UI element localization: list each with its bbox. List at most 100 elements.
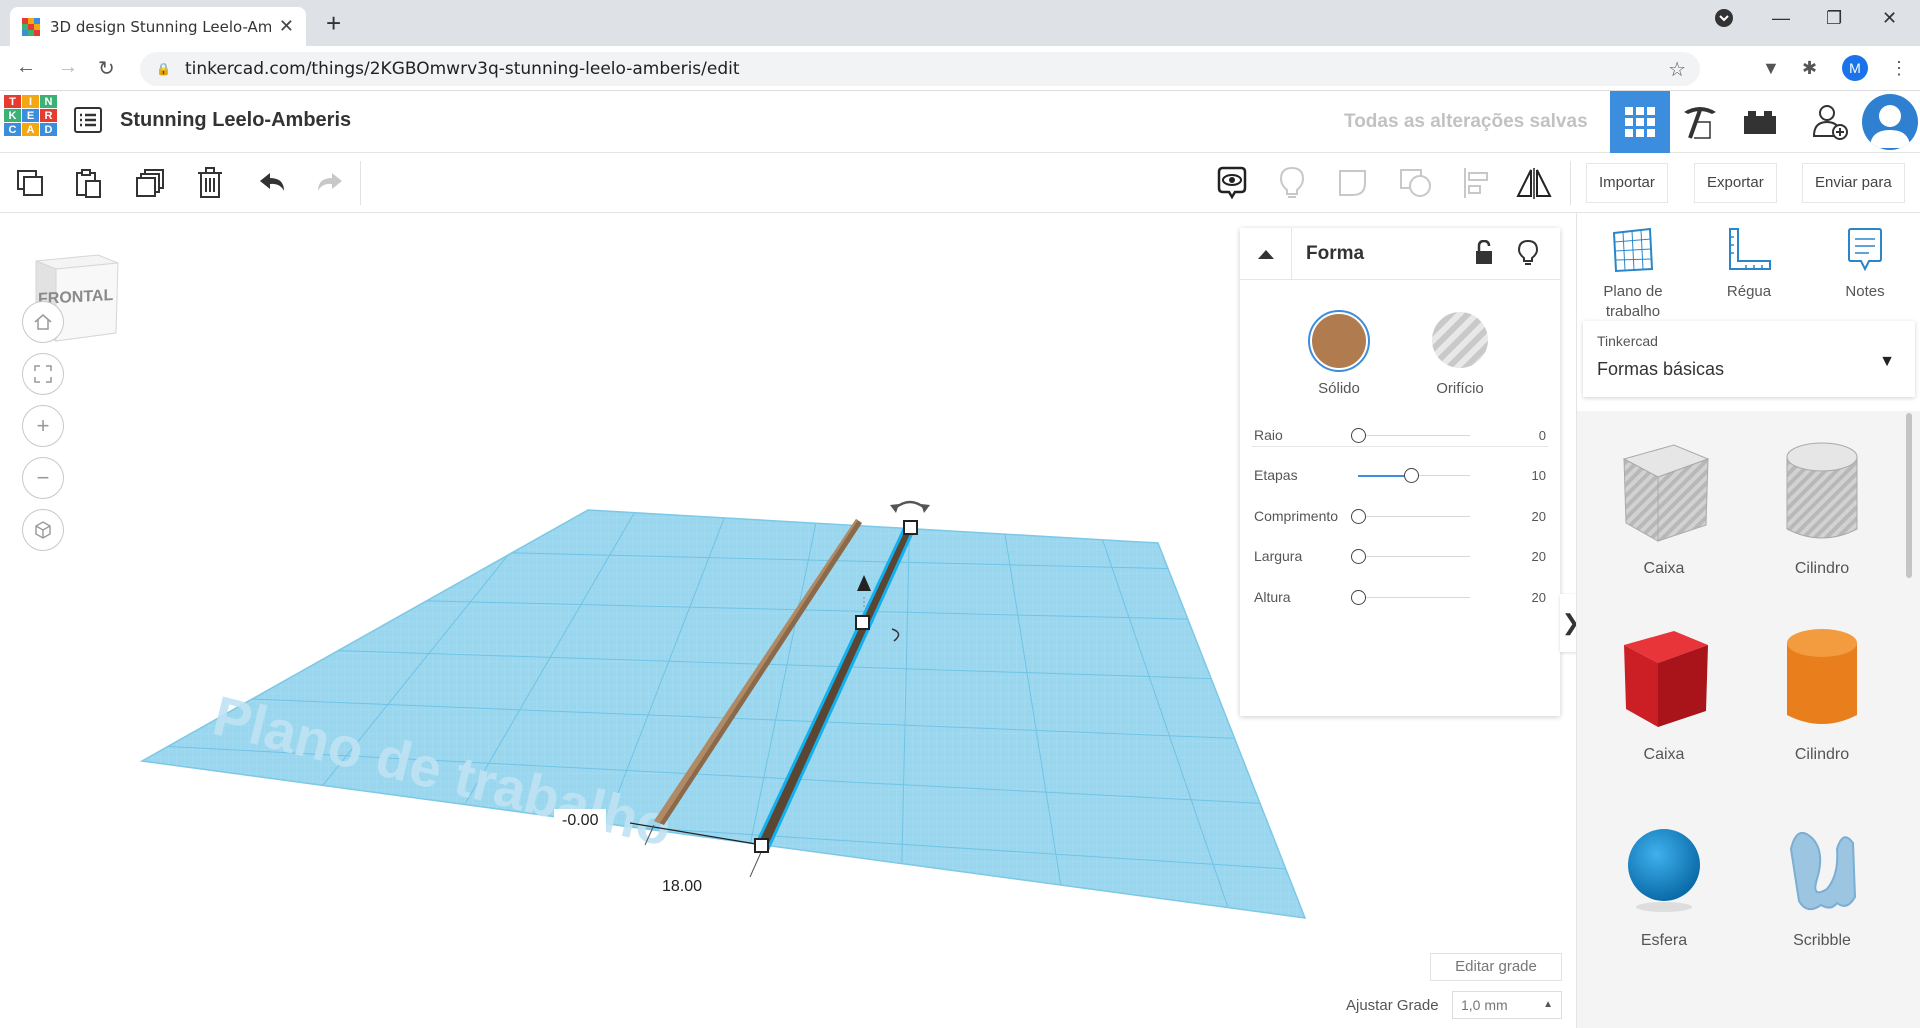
edit-grid-button[interactable]: Editar grade (1430, 953, 1562, 981)
param-value[interactable]: 20 (1532, 590, 1546, 605)
back-icon[interactable]: ← (16, 56, 36, 79)
window-close-icon[interactable]: ✕ (1882, 8, 1897, 29)
param-slider-knob[interactable] (1351, 549, 1366, 564)
tab-close-icon[interactable]: ✕ (279, 16, 294, 37)
puzzle-icon[interactable]: ✱ (1802, 58, 1817, 79)
shape-label: Cilindro (1794, 560, 1850, 577)
zoom-in-button[interactable]: + (22, 405, 64, 447)
hole-swatch[interactable] (1432, 312, 1488, 368)
forward-icon[interactable]: → (58, 56, 78, 79)
maximize-icon[interactable]: ❐ (1826, 8, 1842, 29)
align-icon (1464, 168, 1488, 198)
tab-search-icon[interactable] (1714, 8, 1734, 33)
user-avatar[interactable] (1862, 94, 1918, 150)
param-slider-knob[interactable] (1351, 509, 1366, 524)
collapse-inspector-button[interactable] (1240, 228, 1292, 280)
duplicate-button[interactable] (130, 163, 170, 203)
snap-grid-select[interactable]: 1,0 mm ▲ (1452, 991, 1562, 1019)
param-row: Altura 20 (1254, 582, 1546, 612)
param-value[interactable]: 0 (1539, 428, 1546, 443)
browser-menu-icon[interactable]: ⋮ (1890, 58, 1908, 79)
param-row: Raio 0 (1254, 420, 1546, 450)
import-button[interactable]: Importar (1586, 163, 1668, 203)
shape-box[interactable]: Caixa (1589, 623, 1739, 764)
url-field[interactable]: 🔒 tinkercad.com/things/2KGBOmwrv3q-stunn… (140, 52, 1700, 86)
param-slider-fill (1358, 475, 1411, 477)
param-value[interactable]: 20 (1532, 509, 1546, 524)
unlock-icon[interactable] (1474, 239, 1494, 271)
param-value[interactable]: 10 (1532, 468, 1546, 483)
shape-library: Plano de trabalho Régua Notes Tinkercad … (1576, 213, 1920, 1028)
user-icon (1870, 105, 1910, 148)
browser-tab[interactable]: 3D design Stunning Leelo-Amberis ✕ (10, 7, 306, 46)
resize-handle[interactable] (754, 838, 769, 853)
param-value[interactable]: 20 (1532, 549, 1546, 564)
shape-sphere[interactable]: Esfera (1589, 819, 1739, 950)
logo-letter: N (40, 95, 57, 108)
shape-cylinder-hole[interactable]: Cilindro (1747, 437, 1897, 578)
send-to-button[interactable]: Enviar para (1802, 163, 1905, 203)
blocks-button[interactable] (1670, 91, 1730, 153)
resize-handle[interactable] (855, 615, 870, 630)
tinkercad-logo[interactable]: T I N K E R C A D (4, 95, 57, 147)
light-toggle-button[interactable] (1272, 163, 1312, 203)
notes-tool[interactable]: Notes (1815, 227, 1915, 302)
resize-handle[interactable] (903, 520, 918, 535)
3d-view-button[interactable] (1610, 91, 1670, 153)
add-user-button[interactable] (1800, 91, 1860, 153)
cylinder-hole-icon (1786, 442, 1858, 539)
reload-icon[interactable]: ↻ (98, 56, 115, 81)
delete-button[interactable] (190, 163, 230, 203)
undo-button[interactable] (252, 163, 292, 203)
chevron-up-icon (1257, 250, 1274, 259)
home-view-button[interactable] (22, 301, 64, 343)
zoom-out-icon: − (36, 465, 50, 490)
ruler-tool[interactable]: Régua (1699, 227, 1799, 302)
group-button[interactable] (1334, 163, 1374, 203)
library-scrollbar[interactable] (1906, 413, 1912, 578)
shape-cylinder[interactable]: Cilindro (1747, 623, 1897, 764)
shape-box-hole[interactable]: Caixa (1589, 437, 1739, 578)
length-dimension[interactable]: 18.00 (654, 875, 711, 899)
paste-button[interactable] (68, 163, 108, 203)
workplane-tool[interactable]: Plano de trabalho (1583, 227, 1683, 322)
solid-swatch-ring[interactable] (1308, 310, 1370, 372)
ungroup-button[interactable] (1396, 163, 1436, 203)
align-button[interactable] (1456, 163, 1496, 203)
offset-dimension[interactable]: -0.00 (554, 809, 607, 833)
copy-button[interactable] (10, 163, 50, 203)
redo-button[interactable] (310, 163, 350, 203)
bricks-button[interactable] (1730, 91, 1790, 153)
mirror-button[interactable] (1514, 163, 1554, 203)
param-slider-track[interactable] (1358, 556, 1470, 557)
design-list-icon[interactable] (74, 106, 102, 134)
design-title[interactable]: Stunning Leelo-Amberis (120, 109, 351, 132)
param-slider-track[interactable] (1358, 435, 1470, 436)
mirror-icon (1516, 168, 1552, 199)
param-slider-knob[interactable] (1351, 428, 1366, 443)
notes-toggle-button[interactable] (1212, 163, 1252, 203)
zoom-out-button[interactable]: − (22, 457, 64, 499)
minimize-icon[interactable]: — (1772, 8, 1790, 29)
inspector-header: Forma (1240, 228, 1560, 280)
fit-view-button[interactable] (22, 353, 64, 395)
undo-icon (260, 173, 284, 191)
param-slider-track[interactable] (1358, 597, 1470, 598)
profile-avatar[interactable]: M (1842, 55, 1868, 81)
param-slider-track[interactable] (1358, 516, 1470, 517)
rotate-handle-icon[interactable] (893, 500, 927, 510)
bookmark-star-icon[interactable]: ☆ (1668, 57, 1686, 82)
shape-scribble[interactable]: Scribble (1747, 819, 1897, 950)
export-button[interactable]: Exportar (1694, 163, 1777, 203)
param-label: Raio (1254, 427, 1283, 443)
solid-color-swatch[interactable] (1312, 314, 1366, 368)
param-slider-knob[interactable] (1403, 468, 1419, 483)
new-tab-icon[interactable]: + (326, 8, 341, 39)
param-label: Altura (1254, 589, 1291, 605)
extension-icon[interactable]: ▼ (1762, 58, 1780, 79)
browser-tab-bar: 3D design Stunning Leelo-Amberis ✕ + — ❐… (0, 0, 1920, 46)
lightbulb-icon[interactable] (1517, 239, 1539, 271)
projection-button[interactable] (22, 509, 64, 551)
shape-category-select[interactable]: Tinkercad Formas básicas ▼ (1583, 321, 1915, 397)
param-slider-knob[interactable] (1351, 590, 1366, 605)
